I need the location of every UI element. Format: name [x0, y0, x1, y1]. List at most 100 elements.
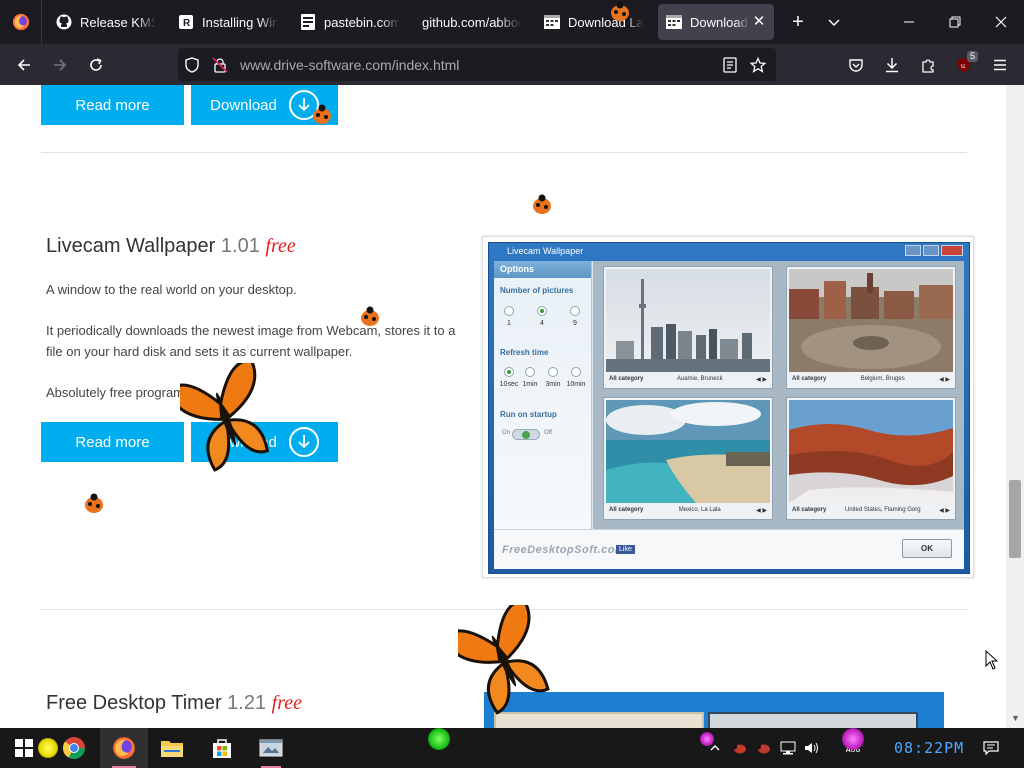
- scroll-down-arrow-icon[interactable]: ▼: [1011, 713, 1020, 723]
- tab-download-ladybugs[interactable]: Download Ladybugs: [536, 4, 652, 40]
- store-bag-icon: [213, 739, 231, 758]
- options-panel: Options Number of pictures 1 4 9 Refresh…: [494, 261, 592, 529]
- tab-installing-windows[interactable]: R Installing Windows: [170, 4, 286, 40]
- extensions-button[interactable]: [910, 49, 946, 81]
- tray-ladybugs-app[interactable]: [730, 728, 750, 768]
- taskbar-chrome[interactable]: [50, 728, 98, 768]
- tab-pastebin[interactable]: pastebin.com/: [292, 4, 408, 40]
- scrollbar-thumb[interactable]: [1009, 480, 1021, 558]
- toggle-left-label: On: [502, 430, 511, 436]
- radio-button: [537, 306, 547, 316]
- page-scrollbar[interactable]: ▼: [1006, 85, 1024, 728]
- taskbar-store[interactable]: [198, 728, 246, 768]
- product-price: free: [265, 235, 296, 257]
- close-tab-icon[interactable]: ✕: [750, 13, 768, 31]
- product-screenshot[interactable]: [484, 692, 944, 728]
- pocket-button[interactable]: [838, 49, 874, 81]
- ublock-origin-button[interactable]: u5: [946, 49, 982, 81]
- download-circle-icon: [288, 90, 319, 120]
- radio-button: [504, 306, 514, 316]
- tray-volume[interactable]: [802, 728, 822, 768]
- ladybug-icon: [733, 744, 746, 754]
- glow-particle-decoration: [428, 728, 450, 750]
- ladybug-icon: [757, 744, 770, 754]
- close-window-button[interactable]: [978, 0, 1024, 44]
- tab-label: Download Ladybugs: [568, 14, 644, 30]
- tab-label: Download Animated: [690, 14, 750, 30]
- insecure-lock-icon[interactable]: [206, 48, 234, 81]
- download-button[interactable]: Download: [191, 85, 338, 125]
- downloads-button[interactable]: [874, 49, 910, 81]
- tracking-protection-shield-icon[interactable]: [178, 48, 206, 81]
- list-all-tabs-button[interactable]: [816, 4, 852, 40]
- webcam-grid: All category Auamie, Bruneck ◀ ▶ All categ…: [593, 261, 964, 529]
- restore-button[interactable]: [932, 0, 978, 44]
- download-label: Download: [210, 96, 277, 114]
- beach-image: [606, 400, 770, 503]
- product-description-2: It periodically downloads the newest ima…: [46, 323, 456, 359]
- firefox-icon: [12, 13, 29, 31]
- download-button[interactable]: Download: [191, 422, 338, 462]
- minimize-button[interactable]: [886, 0, 932, 44]
- show-hidden-icons-button[interactable]: [706, 728, 724, 768]
- radio-button: [525, 367, 535, 377]
- radio-button: [570, 306, 580, 316]
- bookmark-star-icon[interactable]: [744, 48, 772, 81]
- forward-button[interactable]: [42, 49, 78, 81]
- clock-time[interactable]: 08:22PM: [894, 739, 964, 757]
- tray-network[interactable]: [778, 728, 798, 768]
- app-menu-button[interactable]: [982, 49, 1018, 81]
- close-icon: [995, 16, 1007, 28]
- product-description-1: A window to the real world on your deskt…: [46, 282, 297, 297]
- facebook-like-badge: Like: [616, 545, 635, 554]
- app-calendar-icon: [544, 14, 560, 30]
- tab-label: Installing Windows: [202, 14, 278, 30]
- timer-pane: [708, 712, 918, 728]
- url-bar[interactable]: www.drive-software.com/index.html: [178, 48, 776, 81]
- webcam-caption: All category Belgium, Bruges ◀ ▶: [792, 376, 950, 383]
- reload-button[interactable]: [78, 49, 114, 81]
- taskbar: TUE AUG 08:22PM: [0, 728, 1024, 768]
- clock-month: AUG: [845, 745, 861, 754]
- url-text[interactable]: www.drive-software.com/index.html: [240, 57, 459, 73]
- taskbar-file-explorer[interactable]: [148, 728, 196, 768]
- action-center-button[interactable]: [980, 728, 1002, 768]
- tab-release-kmspico[interactable]: Release KMSpico: [48, 4, 164, 40]
- product-screenshot[interactable]: Livecam Wallpaper Options Number of pict…: [482, 236, 974, 578]
- app-window-controls: [903, 245, 963, 256]
- webcam-location: Auamie, Bruneck: [676, 376, 723, 382]
- webcam-location: Belgium, Bruges: [860, 376, 905, 382]
- radio-label: 4: [540, 320, 544, 327]
- section-divider: [41, 152, 967, 153]
- read-more-button[interactable]: Read more: [41, 422, 184, 462]
- mouse-cursor-icon: [985, 650, 999, 670]
- webcam-caption: All category United States, Flaming Gorg ◀…: [792, 507, 950, 514]
- start-button[interactable]: [0, 728, 48, 768]
- tray-ladybugs-app-2[interactable]: [754, 728, 774, 768]
- timer-pane: [494, 712, 704, 728]
- section-divider: [41, 609, 967, 610]
- taskbar-firefox[interactable]: [100, 728, 148, 768]
- notification-icon: [983, 741, 999, 755]
- r-logo-icon: R: [178, 14, 194, 30]
- clock-date[interactable]: TUE AUG: [838, 736, 868, 754]
- tab-github-abbodi[interactable]: github.com/abbodi: [414, 4, 530, 40]
- new-tab-button[interactable]: +: [780, 4, 816, 40]
- forward-arrow-icon: [54, 58, 67, 71]
- toggle-right-label: Off: [544, 430, 552, 436]
- firefox-view-button[interactable]: [0, 0, 42, 44]
- svg-text:u: u: [961, 63, 965, 70]
- reader-view-icon[interactable]: [716, 48, 744, 81]
- url-path: /index.html: [391, 56, 460, 73]
- refresh-time-label: Refresh time: [500, 348, 549, 357]
- tab-download-animated[interactable]: Download Animated ✕: [658, 4, 774, 40]
- hamburger-menu-icon: [994, 59, 1006, 70]
- url-domain: www.drive-software.com: [240, 56, 392, 73]
- taskbar-app[interactable]: [247, 728, 295, 768]
- read-more-button[interactable]: Read more: [41, 85, 184, 125]
- windows-logo-icon: [15, 739, 33, 757]
- back-button[interactable]: [6, 49, 42, 81]
- puzzle-icon: [922, 58, 934, 73]
- restore-icon: [949, 16, 961, 28]
- extension-badge: 5: [966, 50, 978, 62]
